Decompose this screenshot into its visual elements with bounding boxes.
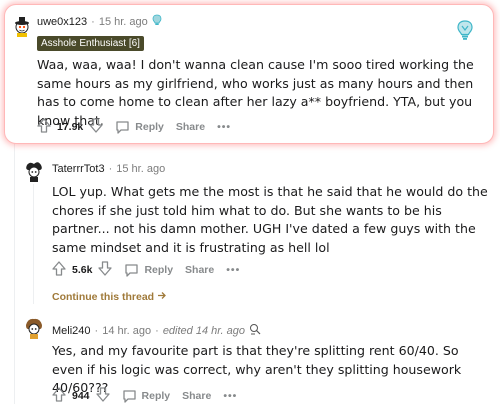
reply-button[interactable]: Reply xyxy=(122,389,171,403)
share-button[interactable]: Share xyxy=(182,390,211,402)
comment-body: LOL yup. What gets me the most is that h… xyxy=(52,184,488,255)
continue-thread-link[interactable]: Continue this thread xyxy=(52,291,167,303)
share-label: Share xyxy=(175,121,206,133)
reply-icon xyxy=(125,264,139,277)
downvote-icon[interactable] xyxy=(89,118,103,136)
avatar[interactable] xyxy=(10,14,34,38)
reply-label: Reply xyxy=(135,121,164,133)
reply-button[interactable]: Reply xyxy=(115,120,164,134)
upvote-icon[interactable] xyxy=(52,387,66,405)
username[interactable]: uwe0x123 xyxy=(37,16,87,28)
share-label: Share xyxy=(185,264,215,276)
downvote-icon[interactable] xyxy=(98,261,113,279)
vote-count: 17.9k xyxy=(57,121,84,133)
comment-meta: uwe0x123 · 15 hr. ago xyxy=(37,14,162,29)
separator-dot: · xyxy=(91,15,95,28)
separator-dot: · xyxy=(155,324,159,337)
reply-label: Reply xyxy=(141,390,171,402)
reply-icon xyxy=(116,121,129,134)
comment-actions: 944 Reply Share ••• xyxy=(52,387,237,405)
comment-meta: Meli240 · 14 hr. ago · edited 14 hr. ago xyxy=(52,323,262,338)
edited-indicator: edited 14 hr. ago xyxy=(162,324,245,337)
continue-thread-label: Continue this thread xyxy=(52,291,155,303)
reply-label: Reply xyxy=(144,264,174,276)
award-icon[interactable] xyxy=(456,19,474,46)
vote-count: 5.6k xyxy=(72,264,93,276)
share-label: Share xyxy=(182,390,212,402)
separator-dot: · xyxy=(94,324,99,337)
downvote-icon[interactable] xyxy=(95,387,110,405)
edit-icon xyxy=(249,323,262,338)
more-options-button[interactable]: ••• xyxy=(217,121,231,133)
more-options-button[interactable]: ••• xyxy=(223,390,237,402)
comment-meta: TaterrrTot3 · 15 hr. ago xyxy=(52,163,165,175)
username[interactable]: TaterrrTot3 xyxy=(52,163,105,175)
award-icon xyxy=(152,14,162,29)
timestamp[interactable]: 15 hr. ago xyxy=(99,16,148,28)
more-options-button[interactable]: ••• xyxy=(226,264,240,276)
comment-actions: 5.6k Reply Share ••• xyxy=(52,261,240,279)
separator-dot: · xyxy=(108,163,113,175)
avatar[interactable] xyxy=(22,159,46,183)
avatar[interactable] xyxy=(22,316,46,340)
timestamp[interactable]: 14 hr. ago xyxy=(102,325,151,337)
arrow-right-icon xyxy=(157,291,167,303)
share-button[interactable]: Share xyxy=(185,264,214,276)
thread-line-2[interactable] xyxy=(33,184,34,304)
vote-count: 944 xyxy=(72,390,90,402)
upvote-icon[interactable] xyxy=(52,261,66,279)
reply-icon xyxy=(122,390,136,403)
reply-button[interactable]: Reply xyxy=(124,263,173,277)
timestamp[interactable]: 15 hr. ago xyxy=(116,163,165,175)
comment-actions: 17.9k Reply Share ••• xyxy=(37,118,231,136)
upvote-icon[interactable] xyxy=(37,118,51,136)
username[interactable]: Meli240 xyxy=(52,325,91,337)
user-flair: Asshole Enthusiast [6] xyxy=(37,36,144,51)
share-button[interactable]: Share xyxy=(176,121,205,133)
